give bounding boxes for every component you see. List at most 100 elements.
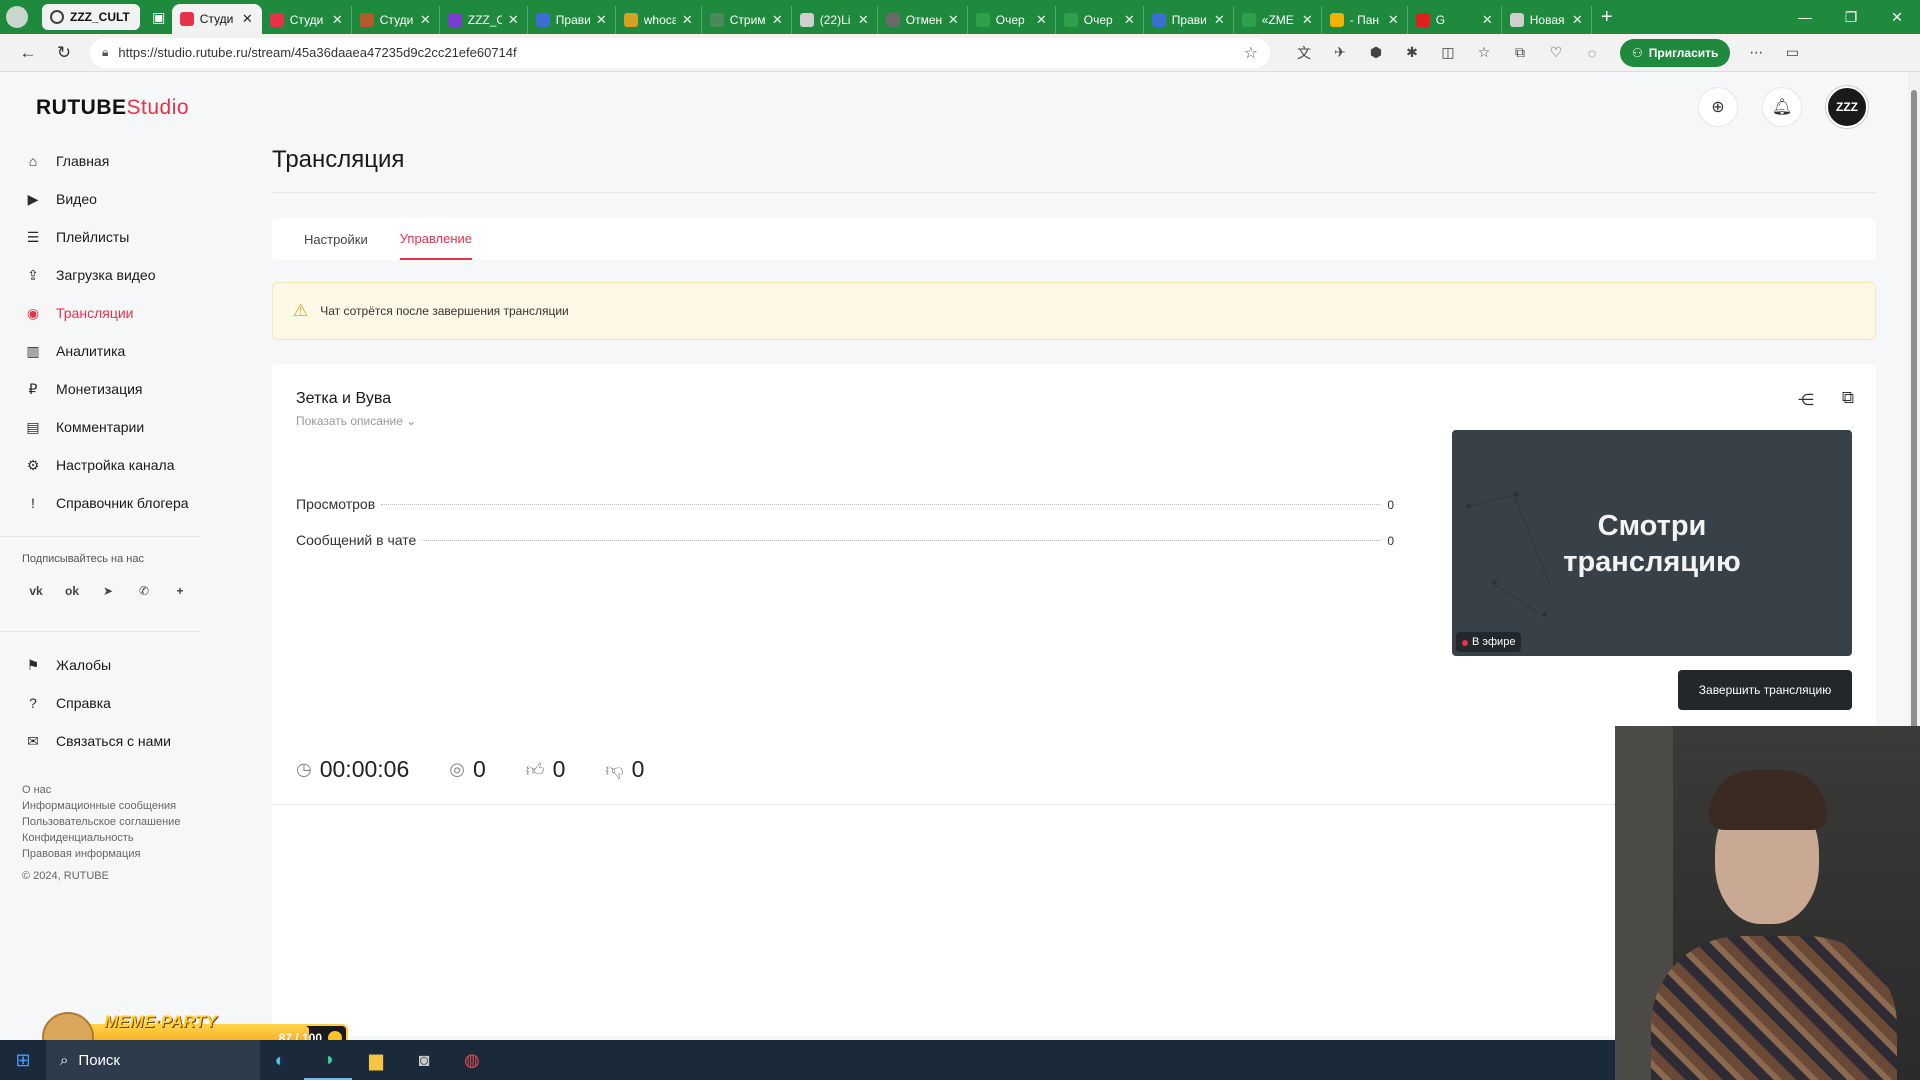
browser-tab[interactable]: «ZME ✕ — [1234, 6, 1322, 34]
tab-close-icon[interactable]: ✕ — [508, 12, 519, 28]
browser-tab[interactable]: whoca ✕ — [616, 6, 702, 34]
browser-tab[interactable]: ZZZ_C ✕ — [440, 6, 528, 34]
add-content-icon[interactable]: ⊕ — [1698, 87, 1738, 127]
sidebar-item[interactable]: ⌂ Главная — [0, 142, 224, 180]
browser-tab[interactable]: Прави ✕ — [1144, 6, 1234, 34]
tab-close-icon[interactable]: ✕ — [242, 11, 253, 27]
lock-icon[interactable]: 🔒︎ — [102, 45, 108, 60]
favorite-star-icon[interactable]: ☆ — [1244, 43, 1258, 63]
show-description-toggle[interactable]: Показать описание ⌄ — [296, 414, 416, 428]
extension-icon[interactable]: ✈ — [1322, 38, 1358, 68]
footer-link[interactable]: Правовая информация — [22, 846, 224, 862]
tab-close-icon[interactable]: ✕ — [1302, 12, 1313, 28]
sidebar-item[interactable]: ▤ Комментарии — [0, 408, 224, 446]
tab-close-icon[interactable]: ✕ — [596, 12, 607, 28]
tab-actions-icon[interactable]: ▣ — [146, 4, 172, 30]
sidebar-item[interactable]: ✉ Связаться с нами — [0, 722, 224, 760]
sidebar-toggle-icon[interactable]: ▭ — [1774, 38, 1810, 68]
sidebar-item[interactable]: ▥ Аналитика — [0, 332, 224, 370]
tab-close-icon[interactable]: ✕ — [1482, 12, 1493, 28]
new-tab-button[interactable]: + — [1592, 6, 1622, 29]
more-menu-icon[interactable]: ⋯ — [1738, 38, 1774, 68]
url-text[interactable]: https://studio.rutube.ru/stream/45a36daa… — [118, 45, 1233, 60]
sidebar-item[interactable]: ? Справка — [0, 684, 224, 722]
sidebar-item[interactable]: ▶ Видео — [0, 180, 224, 218]
footer-link[interactable]: Конфиденциальность — [22, 830, 224, 846]
tab-close-icon[interactable]: ✕ — [1124, 12, 1135, 28]
footer-link[interactable]: О нас — [22, 782, 224, 798]
sidebar-item[interactable]: ⚙ Настройка канала — [0, 446, 224, 484]
browser-tab[interactable]: Очер ✕ — [968, 6, 1056, 34]
obs-icon[interactable]: ◍ — [448, 1040, 496, 1080]
more-icon[interactable]: + — [168, 579, 192, 603]
translate-icon[interactable]: 文 — [1286, 38, 1322, 68]
tab-close-icon[interactable]: ✕ — [1572, 12, 1583, 28]
tab-close-icon[interactable]: ✕ — [1036, 12, 1047, 28]
footer-link[interactable]: Пользовательское соглашение — [22, 814, 224, 830]
notifications-bell-icon[interactable]: 🔔︎ — [1762, 87, 1802, 127]
rutube-studio-logo[interactable]: RUTUBEStudio — [36, 96, 189, 120]
sidebar-item[interactable]: ₽ Монетизация — [0, 370, 224, 408]
restore-icon[interactable]: ❐ — [1828, 9, 1874, 26]
close-window-icon[interactable]: ✕ — [1874, 9, 1920, 26]
sidebar-item[interactable]: ! Справочник блогера — [0, 484, 224, 522]
stream-preview[interactable]: Смотри трансляцию В эфире — [1452, 430, 1852, 656]
browser-tab[interactable]: G ✕ — [1408, 6, 1502, 34]
scrollbar-thumb[interactable] — [1911, 90, 1917, 730]
sidebar-item[interactable]: ⚑ Жалобы — [0, 646, 224, 684]
browser-tab[interactable]: Студи ✕ — [262, 6, 352, 34]
edge-browser-app-icon[interactable]: ◑ — [304, 1040, 352, 1080]
browser-tab[interactable]: (22)Li ✕ — [792, 6, 878, 34]
vk-icon[interactable]: vk — [24, 579, 48, 603]
back-icon[interactable]: ← — [10, 37, 46, 69]
tab-settings[interactable]: Настройки — [304, 218, 368, 260]
invite-button[interactable]: ⚇ Пригласить — [1620, 38, 1731, 67]
browser-tab[interactable]: - Пан ✕ — [1322, 6, 1408, 34]
tab-close-icon[interactable]: ✕ — [858, 12, 869, 28]
extensions-puzzle-icon[interactable]: ✱ — [1394, 38, 1430, 68]
favorites-icon[interactable]: ☆ — [1466, 38, 1502, 68]
sidebar-item[interactable]: ☰ Плейлисты — [0, 218, 224, 256]
open-external-icon[interactable]: ⧉ — [1842, 388, 1854, 408]
user-avatar[interactable]: ZZZ — [1826, 86, 1868, 128]
ok-icon[interactable]: ok — [60, 579, 84, 603]
browser-tab[interactable]: Стрим ✕ — [702, 6, 792, 34]
browser-tab[interactable]: Студи ✕ — [352, 6, 440, 34]
copilot-icon[interactable]: ◌ — [1574, 38, 1610, 68]
address-bar[interactable]: 🔒︎ https://studio.rutube.ru/stream/45a36… — [90, 37, 1270, 68]
tab-management[interactable]: Управление — [399, 218, 473, 260]
tab-close-icon[interactable]: ✕ — [1214, 12, 1225, 28]
reload-icon[interactable]: ↻ — [46, 37, 82, 69]
tab-close-icon[interactable]: ✕ — [1388, 12, 1399, 28]
minimize-icon[interactable]: — — [1782, 9, 1828, 26]
windows-start-icon[interactable]: ⊞ — [0, 1040, 46, 1080]
edge-icon[interactable]: ◐ — [256, 1040, 304, 1080]
performance-icon[interactable]: ♡ — [1538, 38, 1574, 68]
tab-close-icon[interactable]: ✕ — [682, 12, 693, 28]
browser-tab[interactable]: Прави ✕ — [528, 6, 616, 34]
browser-tab[interactable]: Отмен ✕ — [878, 6, 968, 34]
footer-link[interactable]: Информационные сообщения — [22, 798, 224, 814]
tab-group-chip[interactable]: ZZZ_CULT — [42, 4, 140, 30]
adblock-icon[interactable]: ⬢ — [1358, 38, 1394, 68]
split-screen-icon[interactable]: ◫ — [1430, 38, 1466, 68]
app-icon[interactable]: ◙ — [400, 1040, 448, 1080]
tab-close-icon[interactable]: ✕ — [772, 12, 783, 28]
taskbar-search[interactable]: ⌕ Поиск — [46, 1040, 260, 1080]
tab-close-icon[interactable]: ✕ — [332, 12, 343, 28]
browser-tab[interactable]: Новая ✕ — [1502, 6, 1592, 34]
browser-profile-button[interactable] — [0, 0, 34, 34]
sidebar-item[interactable]: ◉ Трансляции — [0, 294, 224, 332]
viber-icon[interactable]: ✆ — [132, 579, 156, 603]
browser-tab[interactable]: Очер ✕ — [1056, 6, 1144, 34]
collections-icon[interactable]: ⧉ — [1502, 38, 1538, 68]
browser-tab[interactable]: Студи ✕ — [171, 4, 262, 34]
tab-favicon-icon — [1415, 13, 1430, 27]
share-icon[interactable]: ⋲ — [1798, 390, 1814, 410]
tab-close-icon[interactable]: ✕ — [420, 12, 431, 28]
tab-close-icon[interactable]: ✕ — [948, 12, 959, 28]
file-explorer-icon[interactable]: ▆ — [352, 1040, 400, 1080]
telegram-icon[interactable]: ➤ — [96, 579, 120, 603]
sidebar-item[interactable]: ⇪ Загрузка видео — [0, 256, 224, 294]
end-stream-button[interactable]: Завершить трансляцию — [1678, 670, 1852, 710]
